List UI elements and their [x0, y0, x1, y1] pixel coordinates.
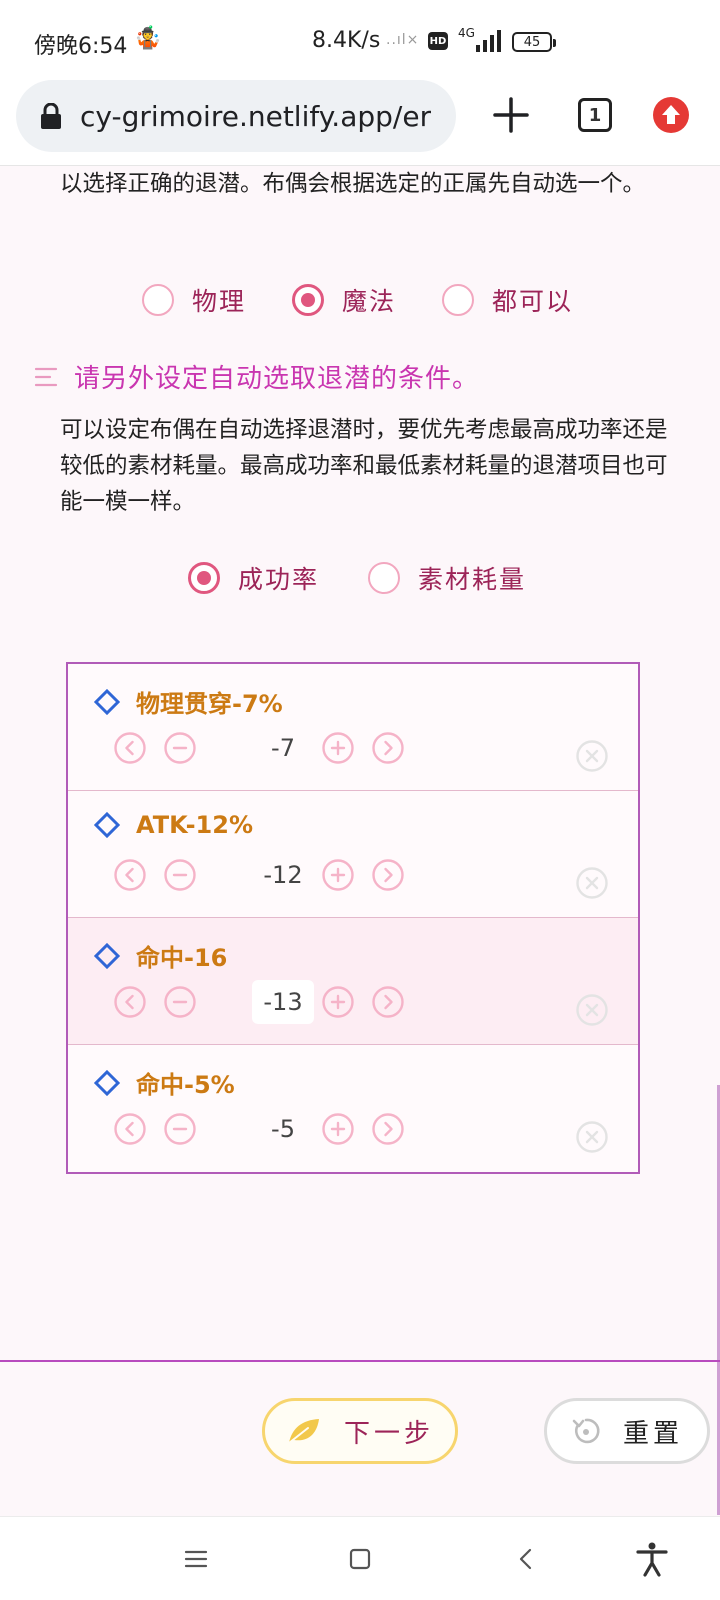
chevron-left-icon[interactable]: [114, 859, 146, 891]
stat-title: ATK-12%: [136, 811, 253, 839]
plus-circle-icon[interactable]: [322, 986, 354, 1018]
browser-toolbar: cy-grimoire.netlify.app/er 1: [0, 80, 720, 166]
stat-controls: -13: [114, 980, 634, 1024]
network-type: 4G: [458, 26, 475, 40]
diamond-icon: [94, 688, 120, 715]
radio-label: 魔法: [342, 287, 397, 316]
intro-paragraph: 以选择正确的退潜。布偶会根据选定的正属先自动选一个。: [60, 171, 646, 197]
radio-label: 都可以: [492, 287, 574, 316]
reset-label: 重置: [622, 1418, 683, 1449]
plus-circle-icon[interactable]: [322, 732, 354, 764]
next-step-label: 下一步: [343, 1418, 434, 1449]
network-speed: 8.4K/s: [312, 28, 381, 53]
radio-either[interactable]: 都可以: [442, 280, 573, 320]
stat-value-input[interactable]: -12: [252, 853, 314, 897]
stat-title-row: ATK-12%: [94, 811, 253, 839]
remove-circle-icon[interactable]: [576, 1121, 608, 1153]
stat-controls: -5: [114, 1113, 634, 1147]
diamond-icon: [94, 942, 120, 969]
url-text: cy-grimoire.netlify.app/er: [80, 99, 432, 133]
battery-icon: 45: [512, 32, 556, 52]
home-icon[interactable]: [344, 1543, 376, 1575]
stat-item: ATK-12% -12: [68, 791, 638, 918]
hd-badge: HD: [428, 32, 448, 50]
stat-controls: -12: [114, 859, 634, 893]
footer-divider: [0, 1360, 720, 1362]
minus-circle-icon[interactable]: [164, 986, 196, 1018]
plus-circle-icon[interactable]: [322, 1113, 354, 1145]
radio-label: 素材耗量: [418, 565, 527, 594]
minus-circle-icon[interactable]: [164, 859, 196, 891]
next-step-button[interactable]: 下一步: [262, 1398, 458, 1464]
stat-title-row: 命中-16: [94, 938, 227, 973]
radio-label: 成功率: [238, 565, 320, 594]
chevron-right-icon[interactable]: [372, 859, 404, 891]
radio-circle-icon: [442, 284, 474, 316]
chevron-right-icon[interactable]: [372, 1113, 404, 1145]
stat-title: 物理贯穿-7%: [136, 690, 283, 718]
stat-item: 命中-16 -13: [68, 918, 638, 1045]
radio-magic[interactable]: 魔法: [292, 280, 396, 320]
stat-title-row: 物理贯穿-7%: [94, 684, 283, 719]
remove-circle-icon[interactable]: [576, 994, 608, 1026]
plus-circle-icon[interactable]: [322, 859, 354, 891]
tab-count: 1: [588, 104, 602, 126]
radio-circle-icon: [142, 284, 174, 316]
radio-success-rate[interactable]: 成功率: [188, 558, 319, 598]
battery-level: 45: [523, 34, 541, 50]
menu-icon[interactable]: [180, 1543, 212, 1575]
chevron-left-icon[interactable]: [114, 732, 146, 764]
update-icon[interactable]: [652, 96, 690, 134]
stat-value-input[interactable]: -5: [252, 1107, 314, 1151]
remove-circle-icon[interactable]: [576, 740, 608, 772]
section-title: 请另外设定自动选取退潜的条件。: [74, 364, 480, 394]
tab-switcher-button[interactable]: 1: [578, 98, 612, 132]
radio-checked-icon: [188, 562, 220, 594]
radio-checked-icon: [292, 284, 324, 316]
stat-title-row: 命中-5%: [94, 1065, 235, 1100]
stat-controls: -7: [114, 732, 634, 766]
criteria-heading: 请另外设定自动选取退潜的条件。: [34, 358, 479, 395]
remove-circle-icon[interactable]: [576, 867, 608, 899]
radio-physical[interactable]: 物理: [142, 280, 246, 320]
new-tab-icon[interactable]: [490, 94, 532, 136]
criteria-radio-group: 成功率 素材耗量: [0, 558, 720, 598]
stat-item: 命中-5% -5: [68, 1045, 638, 1172]
status-time: 傍晚6:54: [34, 34, 128, 59]
stat-item: 物理贯穿-7% -7: [68, 664, 638, 791]
status-emoji: 🤹: [134, 26, 162, 51]
reset-button[interactable]: 重置: [544, 1398, 710, 1464]
chevron-left-icon[interactable]: [114, 1113, 146, 1145]
stat-list: 物理贯穿-7% -7 ATK-12% -12 命中-16 -13 命中-5% -…: [66, 662, 640, 1174]
chevron-left-icon[interactable]: [114, 986, 146, 1018]
back-icon[interactable]: [510, 1543, 542, 1575]
radio-circle-icon: [368, 562, 400, 594]
address-bar[interactable]: cy-grimoire.netlify.app/er: [16, 80, 456, 152]
minus-circle-icon[interactable]: [164, 1113, 196, 1145]
status-bar: 傍晚6:54 🤹 8.4K/s ..ıl× HD 4G 45: [0, 0, 720, 80]
diamond-icon: [94, 812, 120, 838]
wifi-off-icon: ..ıl×: [386, 32, 420, 48]
stat-value-input[interactable]: -7: [252, 726, 314, 770]
minus-circle-icon[interactable]: [164, 732, 196, 764]
radio-material-cost[interactable]: 素材耗量: [368, 558, 526, 598]
chevron-right-icon[interactable]: [372, 732, 404, 764]
lock-icon: [41, 103, 61, 129]
system-nav-bar: [0, 1516, 720, 1600]
stat-value-input[interactable]: -13: [252, 980, 314, 1024]
stat-title: 命中-16: [136, 944, 228, 972]
accessibility-icon[interactable]: [634, 1541, 670, 1577]
criteria-description: 可以设定布偶在自动选择退潜时，要优先考虑最高成功率还是较低的素材耗量。最高成功率…: [60, 417, 668, 515]
diamond-icon: [94, 1069, 120, 1096]
menu-lines-icon: [34, 367, 58, 386]
leaf-icon: [287, 1419, 319, 1444]
radio-label: 物理: [192, 287, 247, 316]
stat-title: 命中-5%: [136, 1071, 235, 1099]
chevron-right-icon[interactable]: [372, 986, 404, 1018]
signal-bars-icon: [476, 30, 501, 52]
attack-type-radio-group: 物理 魔法 都可以: [0, 280, 720, 320]
reset-icon: [572, 1418, 600, 1444]
